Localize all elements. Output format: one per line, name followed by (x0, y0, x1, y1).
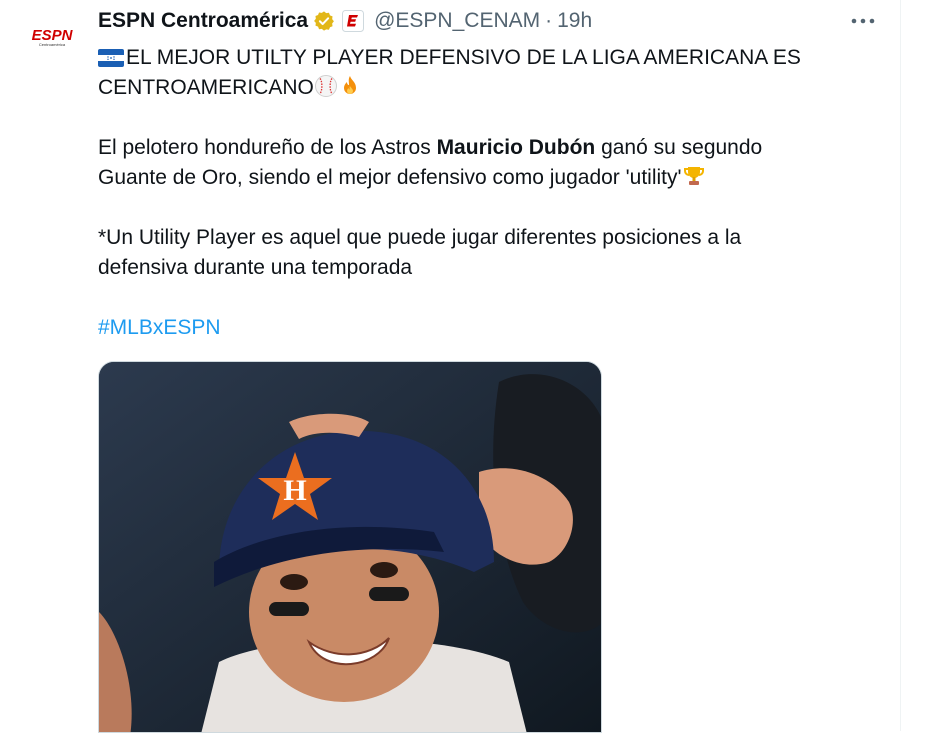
honduras-flag-icon (98, 49, 124, 67)
more-options-icon (851, 18, 875, 24)
tweet-media-image[interactable]: H (98, 361, 602, 733)
display-name[interactable]: ESPN Centroamérica (98, 9, 308, 33)
tweet-card[interactable]: ESPN Centroamérica ESPN Centroamérica @E… (0, 0, 901, 733)
timestamp[interactable]: 19h (557, 9, 592, 33)
more-options-button[interactable] (848, 8, 878, 34)
trophy-icon (683, 167, 704, 185)
tweet-text: EL MEJOR UTILTY PLAYER DEFENSIVO DE LA L… (98, 43, 858, 343)
handle[interactable]: @ESPN_CENAM (374, 9, 540, 33)
tweet-line-5: *Un Utility Player es aquel que puede ju… (98, 226, 742, 249)
tweet-line-6: defensiva durante una temporada (98, 256, 413, 279)
tweet-header: ESPN Centroamérica @ESPN_CENAM · 19h (98, 8, 592, 34)
espn-logo-icon: ESPN Centroamérica (32, 27, 74, 47)
avatar[interactable]: ESPN Centroamérica (22, 8, 82, 68)
tweet-line-4: Guante de Oro, siendo el mejor defensivo… (98, 163, 858, 193)
separator-dot: · (545, 9, 553, 32)
hashtag-link[interactable]: #MLBxESPN (98, 313, 858, 343)
p2-line-2: Guante de Oro, siendo el mejor defensivo… (98, 166, 682, 189)
tweet-line-2: CENTROAMERICANO (98, 73, 858, 103)
p2-text-a: El pelotero hondureño de los Astros (98, 136, 437, 159)
verified-badge-icon[interactable] (313, 10, 335, 32)
baseball-icon (314, 75, 337, 97)
espn-affiliate-icon[interactable] (342, 10, 365, 32)
tweet-line-3: El pelotero hondureño de los Astros Maur… (98, 133, 858, 163)
avatar-logo-subtext: Centroamérica (39, 42, 66, 47)
fire-icon (343, 76, 356, 94)
player-photo: H (99, 362, 601, 732)
tweet-line-1: EL MEJOR UTILTY PLAYER DEFENSIVO DE LA L… (98, 43, 858, 73)
player-name: Mauricio Dubón (436, 136, 596, 159)
p2-text-b: ganó su segundo (595, 136, 763, 159)
tweet-headline-2: CENTROAMERICANO (98, 76, 314, 99)
tweet-headline-1: EL MEJOR UTILTY PLAYER DEFENSIVO DE LA L… (126, 46, 801, 69)
svg-text:H: H (283, 474, 306, 507)
